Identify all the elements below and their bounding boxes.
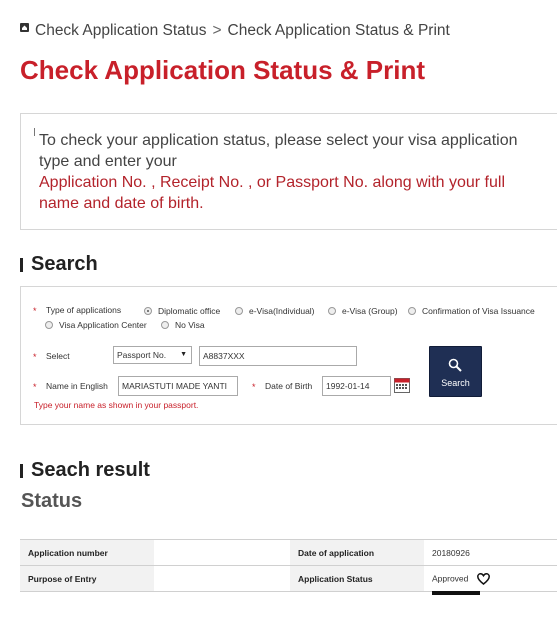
info-box: To check your application status, please… bbox=[20, 113, 557, 230]
info-marker bbox=[34, 128, 35, 136]
table-header-cell: Application Status bbox=[290, 565, 424, 592]
required-mark: * bbox=[33, 306, 37, 316]
radio-icon[interactable] bbox=[408, 307, 416, 315]
name-label: Name in English bbox=[46, 381, 108, 391]
required-mark: * bbox=[252, 382, 256, 392]
calendar-icon[interactable] bbox=[394, 377, 410, 393]
id-type-select[interactable]: Passport No. ▼ bbox=[113, 346, 192, 364]
radio-confirmation-visa-issuance[interactable]: Confirmation of Visa Issuance bbox=[408, 306, 535, 316]
radio-no-visa[interactable]: No Visa bbox=[161, 320, 205, 330]
heart-icon bbox=[476, 572, 490, 585]
type-label: Type of applications bbox=[46, 305, 122, 315]
radio-icon[interactable] bbox=[144, 307, 152, 315]
application-number-value bbox=[154, 539, 290, 566]
number-input[interactable]: A8837XXX bbox=[199, 346, 357, 366]
table-header-cell: Purpose of Entry bbox=[20, 565, 154, 592]
status-title: Status bbox=[21, 490, 83, 512]
search-title: Search bbox=[31, 253, 98, 275]
radio-evisa-individual[interactable]: e-Visa(Individual) bbox=[235, 306, 315, 316]
heading-bar bbox=[20, 257, 23, 272]
search-button[interactable]: Search bbox=[429, 346, 482, 397]
dropdown-arrow-icon: ▼ bbox=[180, 351, 187, 358]
radio-diplomatic-office[interactable]: Diplomatic office bbox=[144, 306, 220, 316]
heading-bar bbox=[20, 463, 23, 478]
breadcrumb: Check Application Status > Check Applica… bbox=[20, 20, 450, 42]
info-instruction: To check your application status, please… bbox=[39, 132, 518, 170]
breadcrumb-separator: > bbox=[212, 22, 222, 39]
application-status-value: Approved bbox=[432, 572, 469, 583]
page-title: Check Application Status & Print bbox=[20, 55, 425, 85]
radio-icon[interactable] bbox=[235, 307, 243, 315]
radio-visa-application-center[interactable]: Visa Application Center bbox=[45, 320, 147, 330]
table-header-cell: Application number bbox=[20, 539, 154, 566]
radio-icon[interactable] bbox=[161, 321, 169, 329]
table-row: Purpose of Entry Application Status Appr… bbox=[20, 565, 557, 592]
application-date-value: 20180926 bbox=[424, 539, 557, 566]
magnifier-icon bbox=[448, 358, 462, 372]
required-mark: * bbox=[33, 382, 37, 392]
status-table: Application number Date of application 2… bbox=[20, 539, 557, 592]
table-row: Application number Date of application 2… bbox=[20, 539, 557, 566]
info-text: To check your application status, please… bbox=[39, 130, 549, 214]
radio-icon[interactable] bbox=[328, 307, 336, 315]
search-button-label: Search bbox=[441, 378, 470, 388]
result-heading: Seach result bbox=[20, 459, 150, 482]
home-icon[interactable] bbox=[20, 22, 29, 32]
breadcrumb-item-current: Check Application Status & Print bbox=[227, 22, 450, 39]
purpose-of-entry-value bbox=[154, 565, 290, 592]
radio-icon[interactable] bbox=[45, 321, 53, 329]
info-highlight: Application No. , Receipt No. , or Passp… bbox=[39, 174, 505, 212]
result-title: Seach result bbox=[31, 459, 150, 481]
required-mark: * bbox=[33, 352, 37, 362]
table-header-cell: Date of application bbox=[290, 539, 424, 566]
status-underline bbox=[432, 591, 480, 595]
dob-label: Date of Birth bbox=[265, 381, 313, 391]
search-heading: Search bbox=[20, 253, 98, 276]
breadcrumb-item-status[interactable]: Check Application Status bbox=[35, 22, 206, 40]
search-form: * Type of applications Diplomatic office… bbox=[20, 286, 557, 425]
radio-evisa-group[interactable]: e-Visa (Group) bbox=[328, 306, 398, 316]
name-input[interactable]: MARIASTUTI MADE YANTI bbox=[118, 376, 238, 396]
name-hint: Type your name as shown in your passport… bbox=[34, 400, 199, 410]
application-status-cell: Approved bbox=[424, 565, 557, 592]
select-label: Select bbox=[46, 351, 70, 361]
dob-input[interactable]: 1992-01-14 bbox=[322, 376, 391, 396]
